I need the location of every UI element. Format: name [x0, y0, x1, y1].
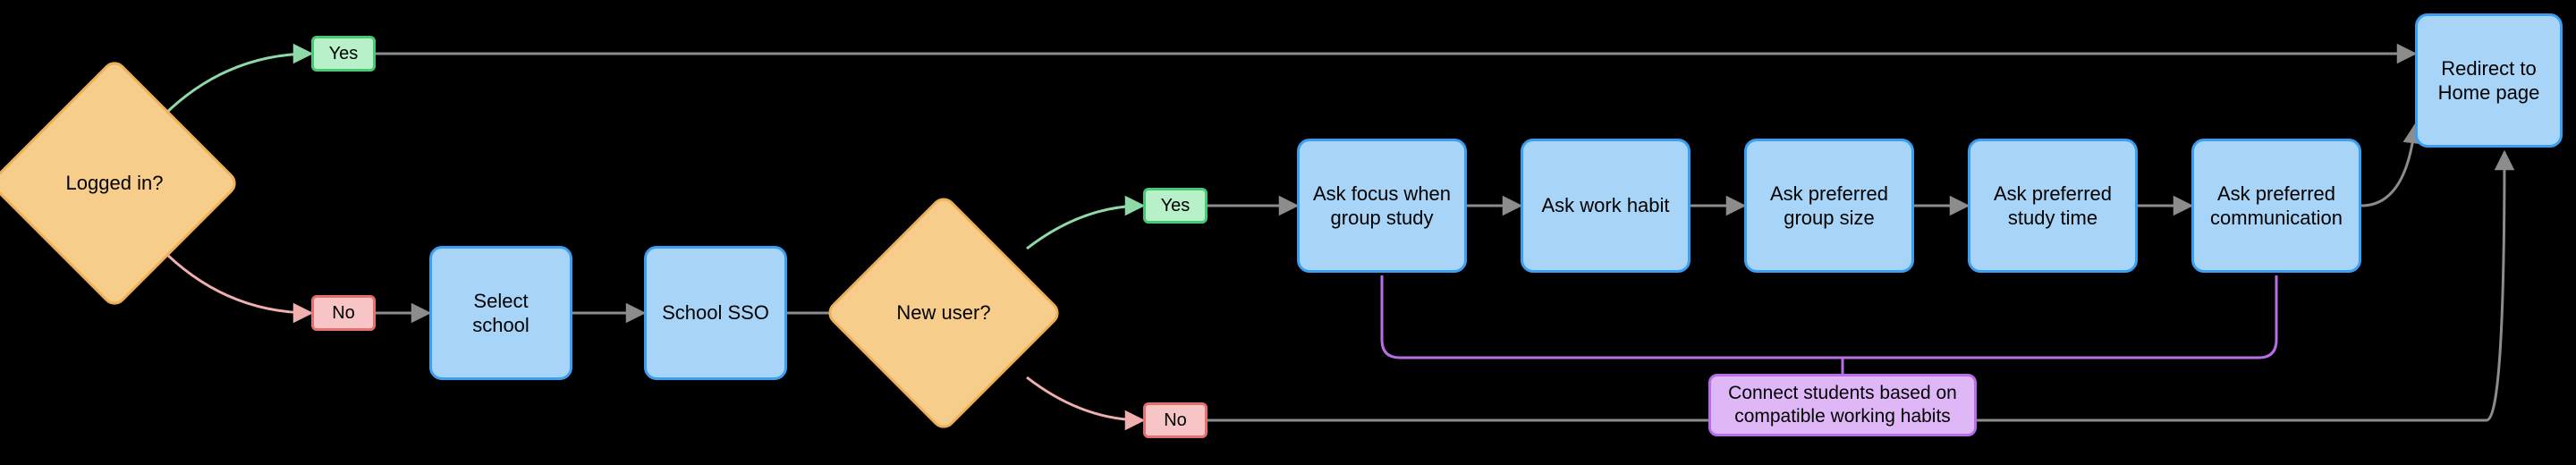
decision-new-user-label: New user?: [859, 228, 1029, 398]
flowchart-stage: { "decisions": { "logged_in": "Logged in…: [0, 0, 2576, 465]
step-school-sso: School SSO: [644, 246, 787, 380]
branch-logged-in-yes: Yes: [311, 36, 376, 72]
annotation-connect-habits: Connect students based on compatible wor…: [1708, 374, 1977, 436]
decision-logged-in: Logged in?: [25, 94, 204, 273]
step-ask-communication: Ask preferred communication: [2191, 139, 2361, 273]
step-select-school: Select school: [429, 246, 572, 380]
step-redirect-home: Redirect to Home page: [2415, 13, 2563, 148]
step-ask-focus: Ask focus when group study: [1297, 139, 1467, 273]
step-ask-group-size: Ask preferred group size: [1744, 139, 1914, 273]
branch-logged-in-no: No: [311, 295, 376, 331]
branch-new-user-yes: Yes: [1143, 188, 1208, 224]
branch-new-user-no: No: [1143, 402, 1208, 438]
connectors: .g { stroke:#8c8c8c; stroke-width:3; fil…: [0, 0, 2576, 465]
decision-logged-in-label: Logged in?: [25, 94, 204, 273]
step-ask-work-habit: Ask work habit: [1521, 139, 1690, 273]
step-ask-study-time: Ask preferred study time: [1968, 139, 2138, 273]
decision-new-user: New user?: [859, 228, 1029, 398]
